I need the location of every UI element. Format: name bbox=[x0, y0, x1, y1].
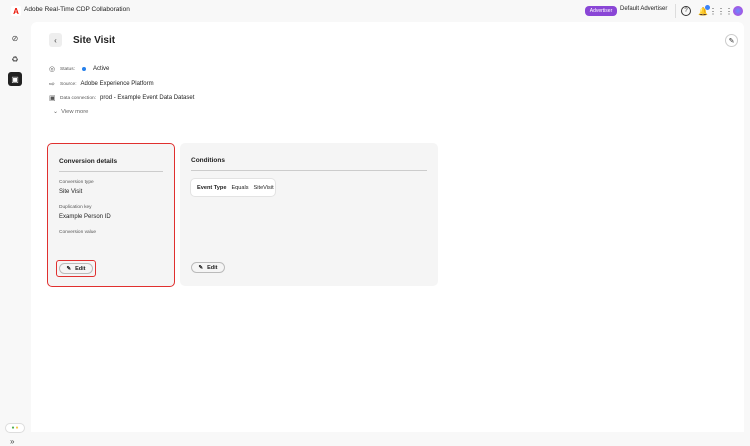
edit-label: Edit bbox=[207, 264, 218, 271]
expand-rail-icon[interactable]: » bbox=[10, 437, 14, 446]
conversion-value-label: Conversion value bbox=[59, 230, 97, 235]
card-title: Conditions bbox=[191, 157, 225, 164]
status-row: ◎ Status: Active bbox=[49, 65, 109, 73]
page-title: Site Visit bbox=[73, 35, 116, 46]
status-dot bbox=[81, 67, 86, 71]
source-value: Adobe Experience Platform bbox=[80, 81, 154, 87]
apps-grid-icon[interactable]: ⋮⋮⋮ bbox=[709, 6, 733, 16]
condition-operator: Equals bbox=[231, 184, 249, 191]
chevron-down-icon: ⌄ bbox=[53, 109, 58, 115]
role-badge: Advertiser bbox=[585, 6, 617, 16]
avatar[interactable] bbox=[733, 6, 743, 16]
condition-chip: Event Type Equals SiteVisit bbox=[190, 178, 276, 197]
connection-row: ▣ Data connection: prod - Example Event … bbox=[49, 94, 194, 102]
app-title: Adobe Real-Time CDP Collaboration bbox=[24, 6, 130, 13]
edit-pencil-icon[interactable]: ✎ bbox=[725, 34, 738, 47]
view-more-label: View more bbox=[61, 109, 89, 115]
status-icon: ◎ bbox=[49, 66, 56, 73]
conditions-card: Conditions Event Type Equals SiteVisit ✎… bbox=[180, 143, 438, 286]
main-panel: ‹ Site Visit ✎ ◎ Status: Active ⇨ Source… bbox=[31, 22, 744, 432]
dedup-key-value: Example Person ID bbox=[59, 214, 111, 220]
conversion-details-card: Conversion details Conversion type Site … bbox=[47, 143, 175, 287]
condition-field: Event Type bbox=[197, 184, 227, 191]
pencil-icon: ✎ bbox=[66, 265, 72, 272]
top-bar: A Adobe Real-Time CDP Collaboration Adve… bbox=[0, 0, 750, 22]
recycle-icon[interactable]: ♻ bbox=[8, 52, 22, 66]
back-button[interactable]: ‹ bbox=[49, 33, 62, 47]
status-value: Active bbox=[92, 66, 110, 72]
edit-label: Edit bbox=[75, 265, 86, 272]
view-more-toggle[interactable]: ⌄ View more bbox=[53, 109, 88, 115]
divider bbox=[191, 170, 427, 171]
help-icon[interactable]: ? bbox=[681, 6, 691, 16]
dedup-key-label: Duplication key bbox=[59, 205, 92, 210]
source-row: ⇨ Source: Adobe Experience Platform bbox=[49, 80, 154, 88]
adobe-logo-icon[interactable]: A bbox=[11, 6, 21, 16]
connection-label: Data connection: bbox=[60, 95, 97, 101]
conversion-type-value: Site Visit bbox=[59, 189, 83, 195]
edit-conditions-button[interactable]: ✎ Edit bbox=[191, 262, 225, 273]
condition-value: SiteVisit bbox=[253, 184, 274, 191]
card-title: Conversion details bbox=[59, 158, 118, 165]
database-icon[interactable]: ▣ bbox=[8, 72, 22, 86]
status-label: Status: bbox=[60, 66, 75, 72]
conversion-type-label: Conversion type bbox=[59, 180, 94, 185]
source-label: Source: bbox=[60, 81, 77, 87]
divider bbox=[59, 171, 163, 172]
edit-conversion-button[interactable]: ✎ Edit bbox=[59, 263, 93, 274]
divider bbox=[675, 4, 676, 18]
database-small-icon: ▣ bbox=[49, 95, 56, 102]
left-rail: ⊘ ♻ ▣ ● ● » bbox=[0, 22, 31, 446]
source-icon: ⇨ bbox=[49, 81, 55, 88]
account-switcher[interactable]: Default Advertiser bbox=[620, 6, 667, 12]
compass-icon[interactable]: ⊘ bbox=[8, 31, 22, 45]
pencil-icon: ✎ bbox=[198, 264, 204, 271]
connection-value: prod - Example Event Data Dataset bbox=[100, 95, 195, 101]
